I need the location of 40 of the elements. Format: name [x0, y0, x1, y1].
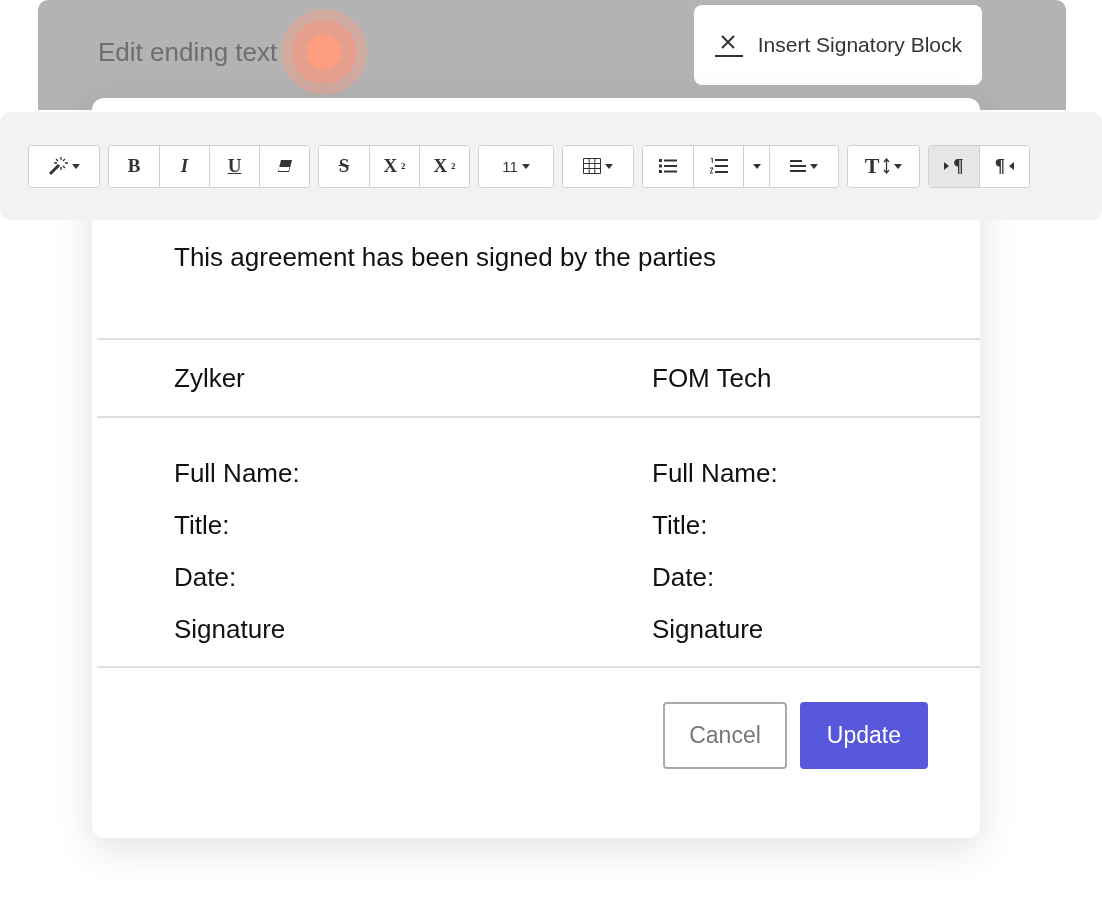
font-size-dropdown[interactable]: 11	[479, 145, 553, 187]
left-to-right-button[interactable]: ¶	[929, 145, 979, 187]
click-indicator-icon	[281, 9, 368, 95]
magic-wand-icon	[48, 156, 68, 176]
align-left-icon	[790, 160, 806, 172]
field-label: Title:	[652, 510, 709, 541]
caret-icon	[72, 163, 80, 169]
field-label: Full Name:	[174, 458, 301, 489]
clear-format-button[interactable]	[259, 145, 309, 187]
party-name: FOM Tech	[652, 362, 773, 394]
field-label: Date:	[652, 562, 716, 593]
field-label: Title:	[174, 510, 231, 541]
triangle-left-icon	[1009, 162, 1015, 170]
numbered-list-icon	[709, 158, 728, 174]
party-name: Zylker	[174, 362, 246, 394]
table-button[interactable]	[563, 145, 633, 187]
field-label: Signature	[174, 614, 287, 645]
triangle-right-icon	[944, 162, 950, 170]
cancel-button[interactable]: Cancel	[663, 702, 787, 769]
insert-signatory-block-button[interactable]: Insert Signatory Block	[693, 5, 982, 85]
caret-icon	[605, 163, 613, 169]
up-down-arrow-icon	[883, 158, 891, 174]
table-icon	[583, 158, 601, 174]
eraser-icon	[276, 160, 293, 172]
dialog-title: Edit ending text	[98, 36, 278, 68]
close-icon	[713, 33, 744, 57]
caret-icon	[810, 163, 818, 169]
magic-wand-button[interactable]	[29, 145, 99, 187]
caret-icon	[521, 163, 530, 169]
right-to-left-button[interactable]: ¶	[979, 145, 1029, 187]
caret-icon	[894, 163, 903, 169]
line-height-button[interactable]: T	[848, 145, 919, 187]
bulleted-list-icon	[659, 159, 677, 173]
caret-icon	[752, 163, 761, 169]
intro-text: This agreement has been signed by the parties	[174, 242, 716, 272]
update-button[interactable]: Update	[799, 702, 928, 769]
field-label: Date:	[174, 562, 238, 593]
field-label: Signature	[652, 614, 765, 645]
align-dropdown[interactable]	[769, 145, 838, 187]
field-label: Full Name:	[652, 458, 779, 489]
